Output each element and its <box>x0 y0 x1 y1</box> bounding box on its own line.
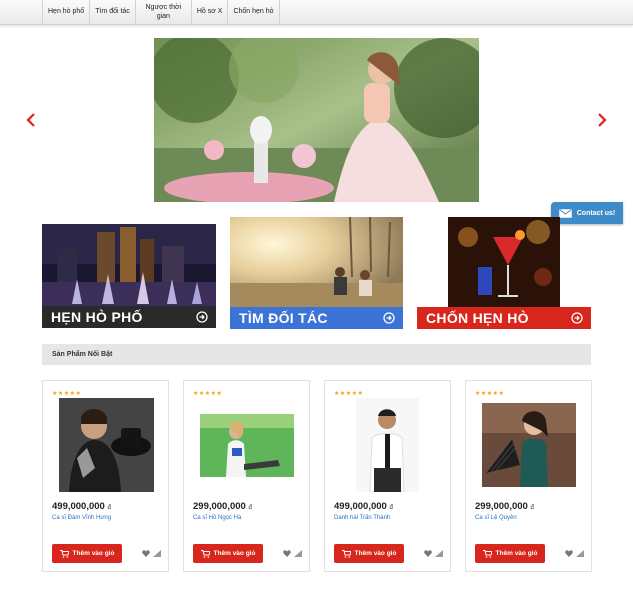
category-image-cocktail <box>448 217 560 307</box>
add-to-cart-button[interactable]: Thêm vào giỏ <box>475 544 545 563</box>
category-bar-tim-doi-tac: TÌM ĐỐI TÁC <box>230 307 403 329</box>
product-image[interactable] <box>200 414 294 477</box>
hero-slider-image <box>154 38 479 202</box>
product-price: 299,000,000 đ <box>193 501 252 512</box>
nav-item-chon-hen-ho[interactable]: Chốn hẹn hò <box>227 0 280 25</box>
arrow-circle-right-icon <box>383 312 395 324</box>
rating-stars: ★★★★★ <box>193 391 223 397</box>
price-value: 499,000,000 <box>52 501 105 512</box>
section-title: Sản Phẩm Nổi Bật <box>42 344 591 365</box>
category-chon-hen-ho[interactable]: CHỐN HẸN HÒ <box>417 217 591 329</box>
category-bar-hen-ho-pho: HẸN HÒ PHỐ <box>42 306 216 328</box>
product-card: ★★★★★ 299,000,000 đ Ca sĩ Hồ Ngọc Hà Thê… <box>183 380 310 572</box>
heart-icon[interactable] <box>424 550 432 557</box>
heart-icon[interactable] <box>565 550 573 557</box>
category-hen-ho-pho[interactable]: HẸN HÒ PHỐ <box>42 224 216 329</box>
product-card: ★★★★★ 499,000,000 đ Ca sĩ Đàm Vĩnh Hưng … <box>42 380 169 572</box>
shopping-cart-icon <box>341 549 351 558</box>
bar-chart-icon[interactable] <box>153 550 161 557</box>
category-label: TÌM ĐỐI TÁC <box>239 310 328 326</box>
page: Hẹn hò phố Tìm đối tác Ngược thời gian H… <box>0 0 633 600</box>
chevron-right-icon[interactable] <box>596 112 608 128</box>
product-card: ★★★★★ 299,000,000 đ Ca sĩ Lệ Quyên Thêm … <box>465 380 592 572</box>
top-navbar: Hẹn hò phố Tìm đối tác Ngược thời gian H… <box>0 0 633 25</box>
product-image[interactable] <box>356 398 419 492</box>
bar-chart-icon[interactable] <box>294 550 302 557</box>
product-card: ★★★★★ 499,000,000 đ Danh hài Trấn Thành … <box>324 380 451 572</box>
shopping-cart-icon <box>59 549 69 558</box>
heart-icon[interactable] <box>283 550 291 557</box>
price-value: 499,000,000 <box>334 501 387 512</box>
arrow-circle-right-icon <box>196 311 208 323</box>
bar-chart-icon[interactable] <box>576 550 584 557</box>
rating-stars: ★★★★★ <box>52 391 82 397</box>
arrow-circle-right-icon <box>571 312 583 324</box>
chevron-left-icon[interactable] <box>25 112 37 128</box>
category-label: HẸN HÒ PHỐ <box>51 309 143 325</box>
category-label: CHỐN HẸN HÒ <box>426 310 529 326</box>
bar-chart-icon[interactable] <box>435 550 443 557</box>
price-currency: đ <box>389 505 393 511</box>
category-tim-doi-tac[interactable]: TÌM ĐỐI TÁC <box>230 217 403 329</box>
product-price: 499,000,000 đ <box>52 501 111 512</box>
nav-item-nguoc-thoi-gian[interactable]: Ngược thời gian <box>134 0 191 25</box>
product-name-link[interactable]: Danh hài Trấn Thành <box>334 515 390 521</box>
product-name-link[interactable]: Ca sĩ Lệ Quyên <box>475 515 517 521</box>
product-name-link[interactable]: Ca sĩ Hồ Ngọc Hà <box>193 515 241 521</box>
category-bar-chon-hen-ho: CHỐN HẸN HÒ <box>417 307 591 329</box>
add-to-cart-button[interactable]: Thêm vào giỏ <box>52 544 122 563</box>
add-to-cart-label: Thêm vào giỏ <box>213 550 256 557</box>
product-price: 299,000,000 đ <box>475 501 534 512</box>
category-image-couple <box>230 217 403 307</box>
product-image[interactable] <box>482 403 576 487</box>
price-currency: đ <box>107 505 111 511</box>
add-to-cart-label: Thêm vào giỏ <box>495 550 538 557</box>
add-to-cart-label: Thêm vào giỏ <box>354 550 397 557</box>
rating-stars: ★★★★★ <box>475 391 505 397</box>
heart-icon[interactable] <box>142 550 150 557</box>
product-image[interactable] <box>59 398 154 492</box>
nav-item-hen-ho-pho[interactable]: Hẹn hò phố <box>42 0 89 25</box>
add-to-cart-label: Thêm vào giỏ <box>72 550 115 557</box>
price-value: 299,000,000 <box>193 501 246 512</box>
contact-us-label: Contact us! <box>576 209 616 217</box>
add-to-cart-button[interactable]: Thêm vào giỏ <box>334 544 404 563</box>
shopping-cart-icon <box>482 549 492 558</box>
product-name-link[interactable]: Ca sĩ Đàm Vĩnh Hưng <box>52 515 111 521</box>
price-value: 299,000,000 <box>475 501 528 512</box>
product-price: 499,000,000 đ <box>334 501 393 512</box>
rating-stars: ★★★★★ <box>334 391 364 397</box>
nav-list: Hẹn hò phố Tìm đối tác Ngược thời gian H… <box>42 0 280 25</box>
shopping-cart-icon <box>200 549 210 558</box>
nav-item-ho-so-x[interactable]: Hồ sơ X <box>190 0 228 25</box>
category-image-city-night <box>42 224 216 308</box>
price-currency: đ <box>530 505 534 511</box>
add-to-cart-button[interactable]: Thêm vào giỏ <box>193 544 263 563</box>
nav-item-tim-doi-tac[interactable]: Tìm đối tác <box>89 0 135 25</box>
price-currency: đ <box>248 505 252 511</box>
